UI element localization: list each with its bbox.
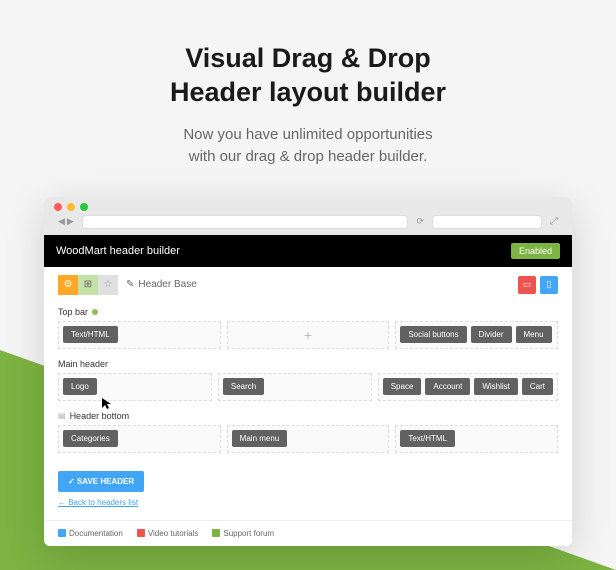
search-bar[interactable]: [432, 215, 542, 229]
block-logo[interactable]: Logo: [63, 378, 97, 395]
pencil-icon: ✎: [126, 279, 134, 290]
block-main-menu[interactable]: Main menu: [232, 430, 288, 447]
star-tab[interactable]: ☆: [98, 275, 118, 295]
block-search[interactable]: Search: [223, 378, 264, 395]
top-bar-label: Top bar: [58, 307, 88, 317]
bottom-left-cell[interactable]: Categories: [58, 425, 221, 453]
block-menu[interactable]: Menu: [516, 326, 552, 343]
app-header: WoodMart header builder Enabled: [44, 235, 572, 267]
block-cart[interactable]: Cart: [522, 378, 553, 395]
block-account[interactable]: Account: [425, 378, 470, 395]
video-icon: [137, 529, 145, 537]
enabled-badge[interactable]: Enabled: [511, 243, 560, 259]
minimize-dot[interactable]: [67, 203, 75, 211]
block-space[interactable]: Space: [383, 378, 422, 395]
app-footer: Documentation Video tutorials Support fo…: [44, 520, 572, 546]
bottom-right-cell[interactable]: Text/HTML: [395, 425, 558, 453]
top-bar-left-cell[interactable]: Text/HTML: [58, 321, 221, 349]
block-categories[interactable]: Categories: [63, 430, 118, 447]
block-text-html-2[interactable]: Text/HTML: [400, 430, 455, 447]
videos-link[interactable]: Video tutorials: [137, 529, 199, 538]
docs-icon: [58, 529, 66, 537]
back-icon[interactable]: ◀: [58, 216, 65, 227]
main-right-cell[interactable]: Space Account Wishlist Cart: [378, 373, 558, 401]
refresh-icon[interactable]: ⟳: [412, 216, 428, 227]
forum-link[interactable]: Support forum: [212, 529, 274, 538]
block-text-html[interactable]: Text/HTML: [63, 326, 118, 343]
page-subtitle: Now you have unlimited opportunities wit…: [0, 110, 616, 197]
mobile-view-button[interactable]: ▯: [540, 276, 558, 294]
gear-tab[interactable]: ⚙: [58, 275, 78, 295]
bottom-center-cell[interactable]: Main menu: [227, 425, 390, 453]
main-center-cell[interactable]: Search: [218, 373, 372, 401]
app-title: WoodMart header builder: [56, 245, 180, 257]
browser-window: ◀ ▶ ⟳ ⤢ WoodMart header builder Enabled …: [44, 197, 572, 546]
status-dot-icon: [92, 309, 98, 315]
maximize-dot[interactable]: [80, 203, 88, 211]
docs-link[interactable]: Documentation: [58, 529, 123, 538]
block-social[interactable]: Social buttons: [400, 326, 466, 343]
toolbar: ⚙ ⊞ ☆ ✎ Header Base ▭ ▯: [44, 267, 572, 303]
desktop-view-button[interactable]: ▭: [518, 276, 536, 294]
url-bar[interactable]: [82, 215, 409, 229]
top-bar-center-cell[interactable]: +: [227, 321, 390, 349]
main-header-label: Main header: [58, 359, 558, 369]
save-header-button[interactable]: ✓ SAVE HEADER: [58, 471, 144, 492]
page-title: Visual Drag & Drop Header layout builder: [0, 0, 616, 110]
settings-tab[interactable]: ⊞: [78, 275, 98, 295]
forward-icon[interactable]: ▶: [67, 216, 74, 227]
back-link[interactable]: ← Back to headers list: [58, 498, 138, 507]
main-left-cell[interactable]: Logo: [58, 373, 212, 401]
stack-icon: ▤: [58, 411, 66, 420]
builder-content: Top bar Text/HTML + Social buttons Divid…: [44, 303, 572, 520]
top-bar-right-cell[interactable]: Social buttons Divider Menu: [395, 321, 558, 349]
header-base-label[interactable]: Header Base: [138, 279, 196, 290]
header-bottom-label: Header bottom: [70, 411, 130, 421]
browser-chrome: ◀ ▶ ⟳ ⤢: [44, 197, 572, 235]
block-divider[interactable]: Divider: [471, 326, 512, 343]
forum-icon: [212, 529, 220, 537]
close-dot[interactable]: [54, 203, 62, 211]
expand-icon[interactable]: ⤢: [546, 216, 562, 227]
block-wishlist[interactable]: Wishlist: [474, 378, 518, 395]
